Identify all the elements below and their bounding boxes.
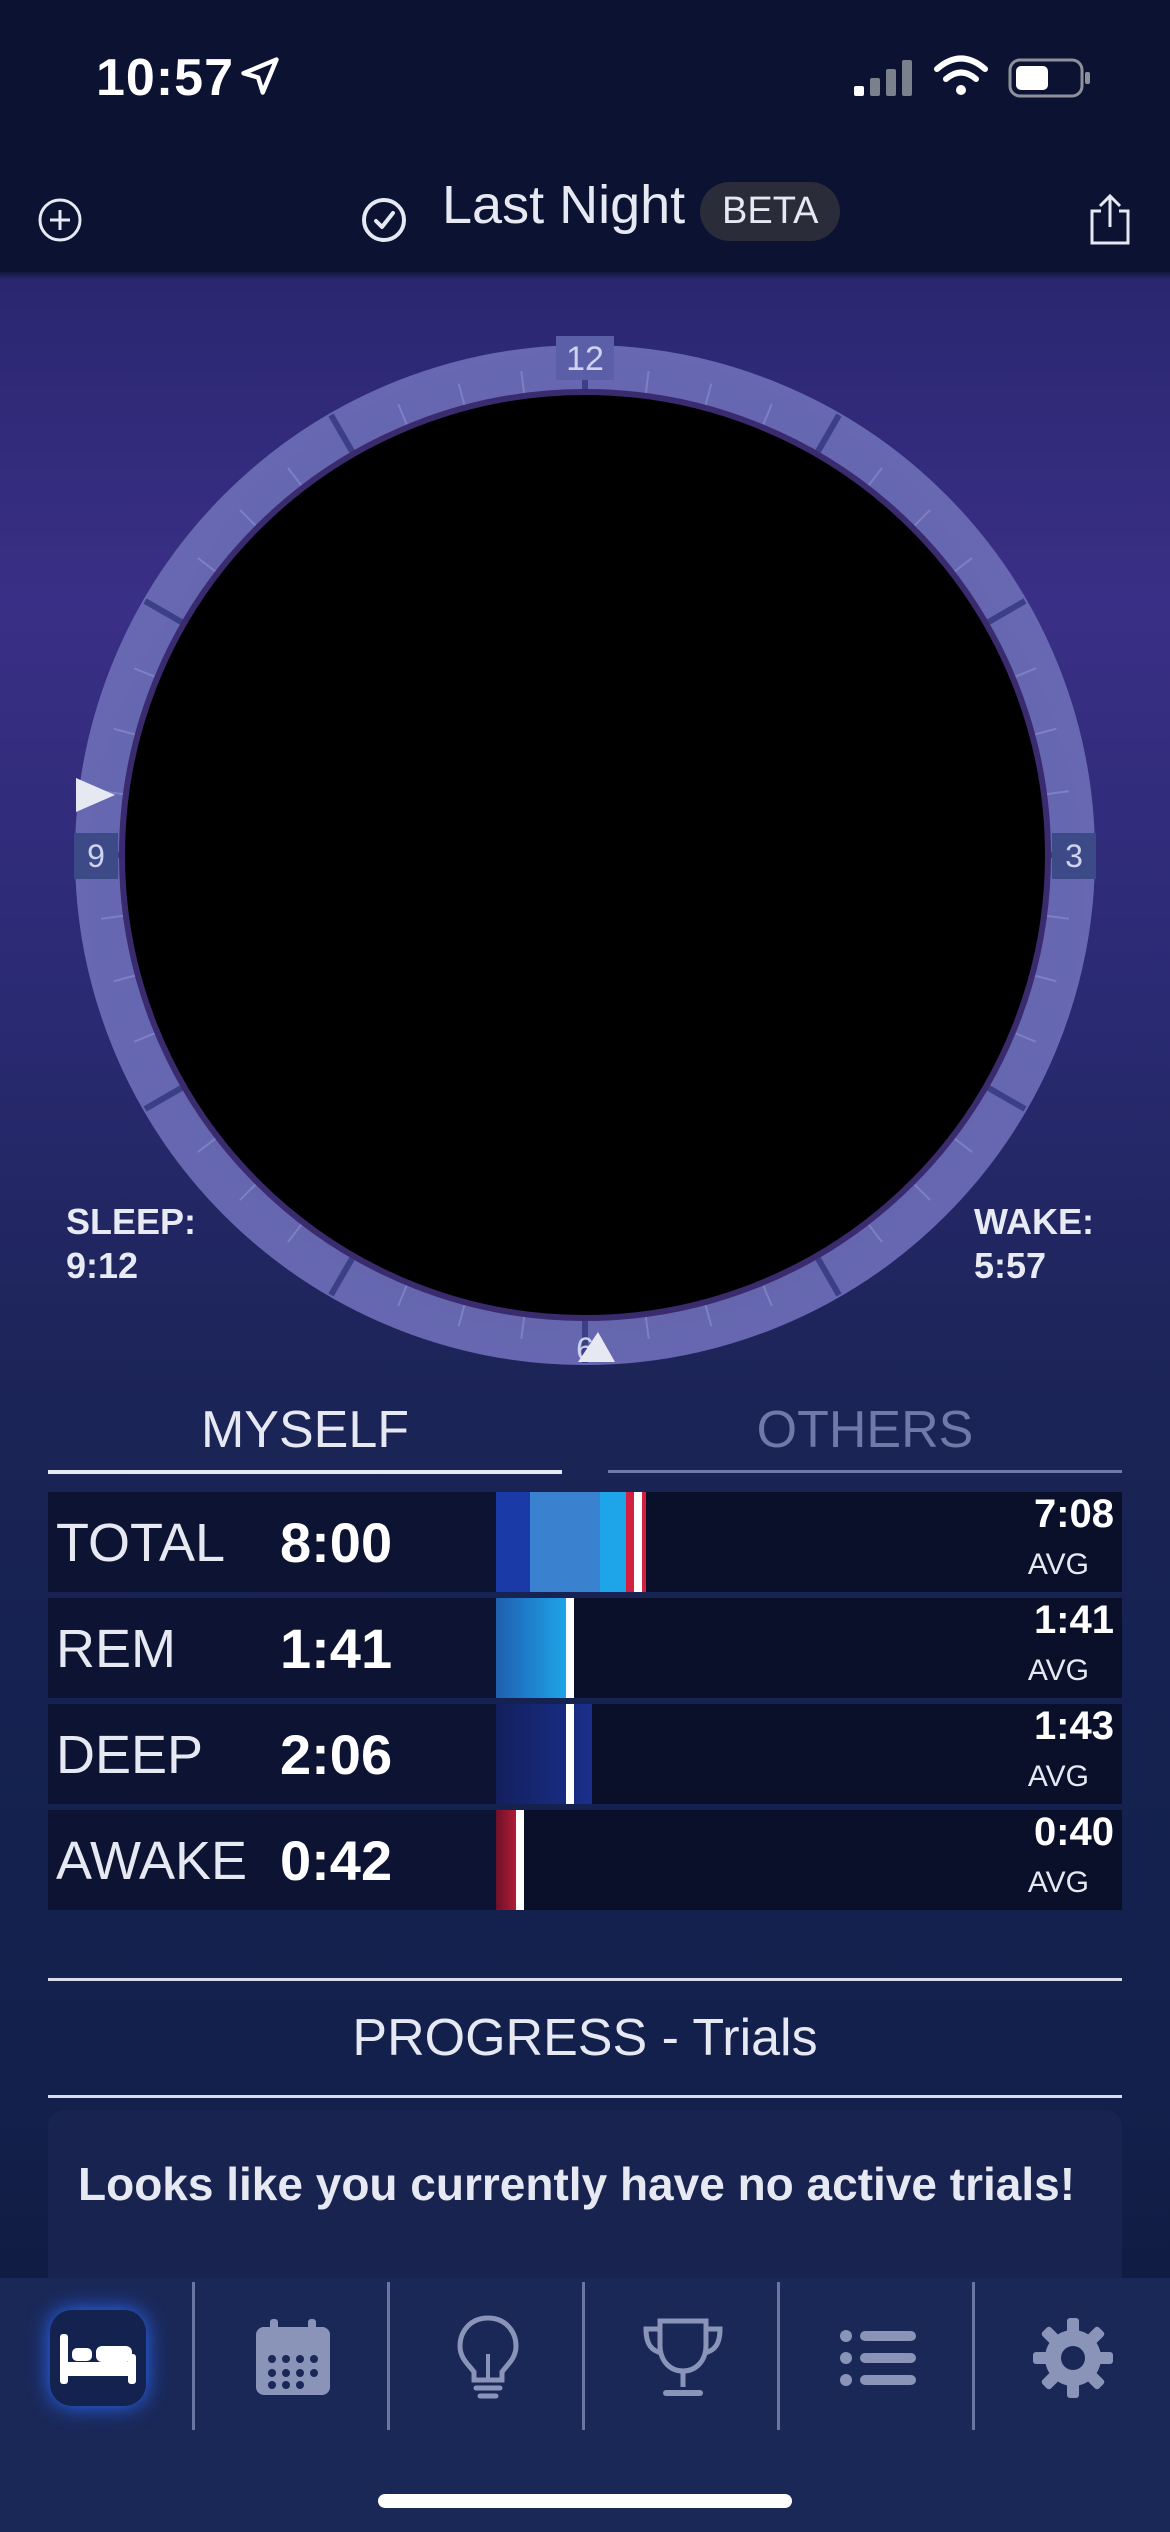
average-marker bbox=[566, 1598, 574, 1698]
list-icon bbox=[839, 2330, 916, 2386]
stat-label: AWAKE bbox=[56, 1831, 248, 1891]
sleep-time-label: SLEEP: 9:12 bbox=[66, 1200, 196, 1288]
stat-avg-label: AVG bbox=[1027, 1760, 1089, 1793]
stat-row-awake[interactable]: AWAKE 0:42 0:40 AVG bbox=[48, 1810, 1122, 1910]
stat-bar: 7:08 AVG bbox=[496, 1492, 1122, 1592]
stat-bar: 1:43 AVG bbox=[496, 1704, 1122, 1804]
awake-segment bbox=[626, 1492, 634, 1592]
share-icon bbox=[1090, 193, 1130, 245]
stat-value: 1:41 bbox=[280, 1617, 393, 1680]
no-trials-message: Looks like you currently have no active … bbox=[78, 2158, 1076, 2210]
rem-segment bbox=[600, 1492, 626, 1592]
stat-avg-label: AVG bbox=[1027, 1654, 1089, 1687]
calendar-icon bbox=[255, 2319, 330, 2395]
tab-others[interactable]: OTHERS bbox=[608, 1390, 1122, 1473]
dial-face bbox=[119, 389, 1051, 1321]
stat-avg-value: 1:43 bbox=[1033, 1704, 1114, 1748]
stat-avg-value: 0:40 bbox=[1033, 1810, 1114, 1854]
wake-time-value: 5:57 bbox=[974, 1245, 1047, 1286]
cellular-signal-icon bbox=[854, 60, 912, 96]
stat-avg-value: 7:08 bbox=[1033, 1492, 1114, 1536]
average-marker bbox=[516, 1810, 524, 1910]
tab-insights[interactable] bbox=[390, 2278, 585, 2438]
stat-value: 2:06 bbox=[280, 1723, 393, 1786]
tab-sleep[interactable] bbox=[0, 2278, 195, 2438]
stat-row-total[interactable]: TOTAL 8:00 7:08 AVG bbox=[48, 1492, 1122, 1592]
wake-label-text: WAKE: bbox=[974, 1201, 1094, 1242]
stat-row-rem[interactable]: REM 1:41 1:41 AVG bbox=[48, 1598, 1122, 1698]
hour-12-label: 12 bbox=[566, 340, 604, 378]
stat-bar: 1:41 AVG bbox=[496, 1598, 1122, 1698]
average-marker bbox=[634, 1492, 642, 1592]
awake-segment-end bbox=[642, 1492, 646, 1592]
deep-segment bbox=[496, 1492, 530, 1592]
rem-fill bbox=[496, 1598, 566, 1698]
app-header: Last Night BETA bbox=[0, 160, 1170, 272]
status-bar: 10:57 bbox=[0, 0, 1170, 160]
light-segment bbox=[530, 1492, 600, 1592]
progress-header: PROGRESS - Trials bbox=[48, 1978, 1122, 2098]
stat-label: DEEP bbox=[56, 1725, 204, 1785]
tab-list[interactable] bbox=[780, 2278, 975, 2438]
tab-calendar[interactable] bbox=[195, 2278, 390, 2438]
wifi-icon bbox=[934, 55, 988, 95]
stat-bar: 0:40 AVG bbox=[496, 1810, 1122, 1910]
stat-label: REM bbox=[56, 1619, 176, 1679]
stat-value: 8:00 bbox=[280, 1511, 393, 1574]
stat-value: 0:42 bbox=[280, 1829, 393, 1892]
add-circle-icon bbox=[38, 198, 82, 242]
hour-9-label: 9 bbox=[87, 838, 105, 874]
page-title: Last Night bbox=[442, 175, 686, 235]
sleep-dial[interactable]: 12 3 9 6 bbox=[40, 310, 1130, 1400]
tab-trophy[interactable] bbox=[585, 2278, 780, 2438]
home-indicator[interactable] bbox=[378, 2494, 792, 2508]
wake-time-label: WAKE: 5:57 bbox=[974, 1200, 1094, 1288]
sleep-time-value: 9:12 bbox=[66, 1245, 139, 1286]
add-button[interactable] bbox=[20, 180, 100, 260]
stat-label: TOTAL bbox=[56, 1513, 226, 1573]
trophy-icon bbox=[642, 2318, 723, 2396]
gear-icon bbox=[1032, 2318, 1113, 2398]
deep-fill bbox=[496, 1704, 592, 1804]
replay-button[interactable] bbox=[344, 180, 424, 260]
location-arrow-icon bbox=[241, 57, 279, 95]
share-button[interactable] bbox=[1070, 180, 1150, 260]
bed-icon bbox=[59, 2334, 136, 2384]
hour-3-label: 3 bbox=[1065, 838, 1083, 874]
stat-avg-value: 1:41 bbox=[1033, 1598, 1114, 1642]
status-time: 10:57 bbox=[96, 49, 234, 107]
average-marker bbox=[566, 1704, 574, 1804]
tab-sleep-active-bg bbox=[49, 2310, 146, 2406]
tab-settings[interactable] bbox=[975, 2278, 1170, 2438]
stat-avg-label: AVG bbox=[1027, 1866, 1089, 1899]
sleep-stats-table: TOTAL 8:00 7:08 AVG REM 1:41 1:41 AVG DE… bbox=[48, 1492, 1122, 1916]
tab-myself[interactable]: MYSELF bbox=[48, 1390, 562, 1474]
lightbulb-icon bbox=[456, 2315, 519, 2399]
app-root: 10:57 Last Night BETA 12 3 9 6 SLEEP: 9:… bbox=[0, 0, 1170, 2532]
stat-avg-label: AVG bbox=[1027, 1548, 1089, 1581]
battery-icon bbox=[1008, 58, 1090, 98]
beta-badge: BETA bbox=[700, 182, 841, 241]
replay-icon bbox=[362, 198, 406, 242]
sleep-label-text: SLEEP: bbox=[66, 1201, 197, 1242]
stat-row-deep[interactable]: DEEP 2:06 1:43 AVG bbox=[48, 1704, 1122, 1804]
awake-fill bbox=[496, 1810, 516, 1910]
